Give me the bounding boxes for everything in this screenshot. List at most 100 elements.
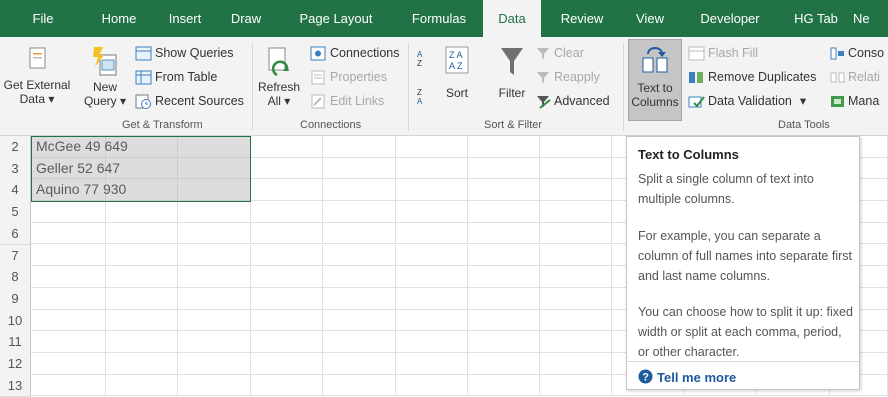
grid-cell[interactable] <box>178 287 251 310</box>
grid-cell[interactable] <box>540 222 612 245</box>
grid-cell[interactable] <box>468 136 540 158</box>
grid-cell[interactable] <box>540 201 612 223</box>
grid-cell[interactable] <box>251 244 323 267</box>
grid-cell[interactable] <box>396 222 468 245</box>
grid-cell[interactable] <box>31 309 106 332</box>
grid-cell[interactable] <box>396 266 468 288</box>
row-header[interactable]: 4 <box>0 179 31 203</box>
grid-cell[interactable] <box>178 244 251 267</box>
grid-cell[interactable] <box>31 331 106 353</box>
grid-cell[interactable] <box>540 331 612 353</box>
grid-cell[interactable] <box>31 287 106 310</box>
refresh-all-button[interactable]: Refresh All ▾ <box>255 45 303 108</box>
grid-cell[interactable] <box>396 179 468 202</box>
tab-file[interactable]: File <box>0 0 86 37</box>
edit-links-button[interactable]: Edit Links <box>310 91 384 111</box>
grid-cell[interactable] <box>468 374 540 397</box>
grid-cell[interactable] <box>106 309 178 332</box>
grid-cell[interactable] <box>323 309 396 332</box>
grid-cell[interactable] <box>251 331 323 353</box>
grid-cell[interactable] <box>178 309 251 332</box>
grid-cell[interactable] <box>251 222 323 245</box>
row-header[interactable]: 9 <box>0 287 31 311</box>
grid-cell[interactable] <box>323 331 396 353</box>
filter-button[interactable]: Filter <box>494 45 530 100</box>
grid-cell[interactable] <box>31 201 106 223</box>
grid-cell[interactable] <box>106 331 178 353</box>
grid-cell[interactable] <box>468 201 540 223</box>
tab-insert[interactable]: Insert <box>152 0 218 37</box>
row-header[interactable]: 11 <box>0 331 31 354</box>
grid-cell[interactable] <box>106 222 178 245</box>
grid-cell[interactable] <box>396 244 468 267</box>
grid-cell[interactable] <box>106 287 178 310</box>
grid-cell[interactable] <box>178 266 251 288</box>
row-header[interactable]: 3 <box>0 157 31 181</box>
grid-cell[interactable] <box>31 374 106 397</box>
sort-ascending-button[interactable]: AZ <box>416 47 433 71</box>
tab-formulas[interactable]: Formulas <box>398 0 480 37</box>
grid-cell[interactable] <box>396 309 468 332</box>
grid-cell[interactable] <box>396 331 468 353</box>
grid-cell[interactable] <box>540 136 612 158</box>
flash-fill-button[interactable]: Flash Fill <box>688 43 758 63</box>
row-header[interactable]: 10 <box>0 309 31 333</box>
grid-cell[interactable] <box>396 201 468 223</box>
tab-review[interactable]: Review <box>545 0 619 37</box>
tell-me-more-link[interactable]: ? Tell me more <box>638 369 736 385</box>
grid-cell[interactable] <box>540 353 612 375</box>
row-header[interactable]: 7 <box>0 244 31 268</box>
grid-cell[interactable] <box>106 353 178 375</box>
grid-cell[interactable] <box>540 157 612 180</box>
tab-draw[interactable]: Draw <box>218 0 274 37</box>
tab-hg-tab[interactable]: HG Tab <box>779 0 853 37</box>
grid-cell[interactable] <box>323 222 396 245</box>
grid-cell[interactable] <box>251 266 323 288</box>
relationships-button[interactable]: Relati <box>830 67 880 87</box>
grid-cell[interactable] <box>106 374 178 397</box>
row-header[interactable]: 5 <box>0 201 31 224</box>
grid-cell[interactable] <box>323 266 396 288</box>
tab-page-layout[interactable]: Page Layout <box>274 0 398 37</box>
grid-cell[interactable] <box>323 179 396 202</box>
grid-cell[interactable] <box>396 287 468 310</box>
show-queries-button[interactable]: Show Queries <box>135 43 234 63</box>
properties-button[interactable]: Properties <box>310 67 387 87</box>
grid-cell[interactable] <box>396 353 468 375</box>
grid-cell[interactable] <box>178 201 251 223</box>
grid-cell[interactable] <box>323 201 396 223</box>
remove-duplicates-button[interactable]: Remove Duplicates <box>688 67 816 87</box>
grid-cell[interactable] <box>468 331 540 353</box>
grid-cell[interactable] <box>106 244 178 267</box>
selected-range[interactable] <box>31 136 251 202</box>
grid-cell[interactable] <box>396 136 468 158</box>
manage-data-model-button[interactable]: Mana <box>830 91 879 111</box>
row-header[interactable]: 13 <box>0 374 31 397</box>
row-header[interactable]: 6 <box>0 222 31 246</box>
grid-cell[interactable] <box>540 287 612 310</box>
grid-cell[interactable] <box>540 179 612 202</box>
grid-cell[interactable] <box>251 136 323 158</box>
grid-cell[interactable] <box>251 309 323 332</box>
tab-developer[interactable]: Developer <box>681 0 779 37</box>
grid-cell[interactable] <box>251 374 323 397</box>
grid-cell[interactable] <box>323 136 396 158</box>
grid-cell[interactable] <box>468 266 540 288</box>
grid-cell[interactable] <box>468 222 540 245</box>
grid-cell[interactable] <box>468 157 540 180</box>
grid-cell[interactable] <box>468 179 540 202</box>
tab-ne[interactable]: Ne <box>853 0 888 37</box>
grid-cell[interactable] <box>178 374 251 397</box>
grid-cell[interactable] <box>106 266 178 288</box>
grid-cell[interactable] <box>468 309 540 332</box>
row-header[interactable]: 12 <box>0 353 31 376</box>
sort-button[interactable]: Z A A Z Sort <box>438 45 476 100</box>
grid-cell[interactable] <box>323 244 396 267</box>
grid-cell[interactable] <box>31 244 106 267</box>
grid-cell[interactable] <box>178 331 251 353</box>
grid-cell[interactable] <box>323 374 396 397</box>
tab-home[interactable]: Home <box>86 0 152 37</box>
grid-cell[interactable] <box>251 179 323 202</box>
new-query-button[interactable]: New Query ▾ <box>80 45 130 108</box>
grid-cell[interactable] <box>468 287 540 310</box>
